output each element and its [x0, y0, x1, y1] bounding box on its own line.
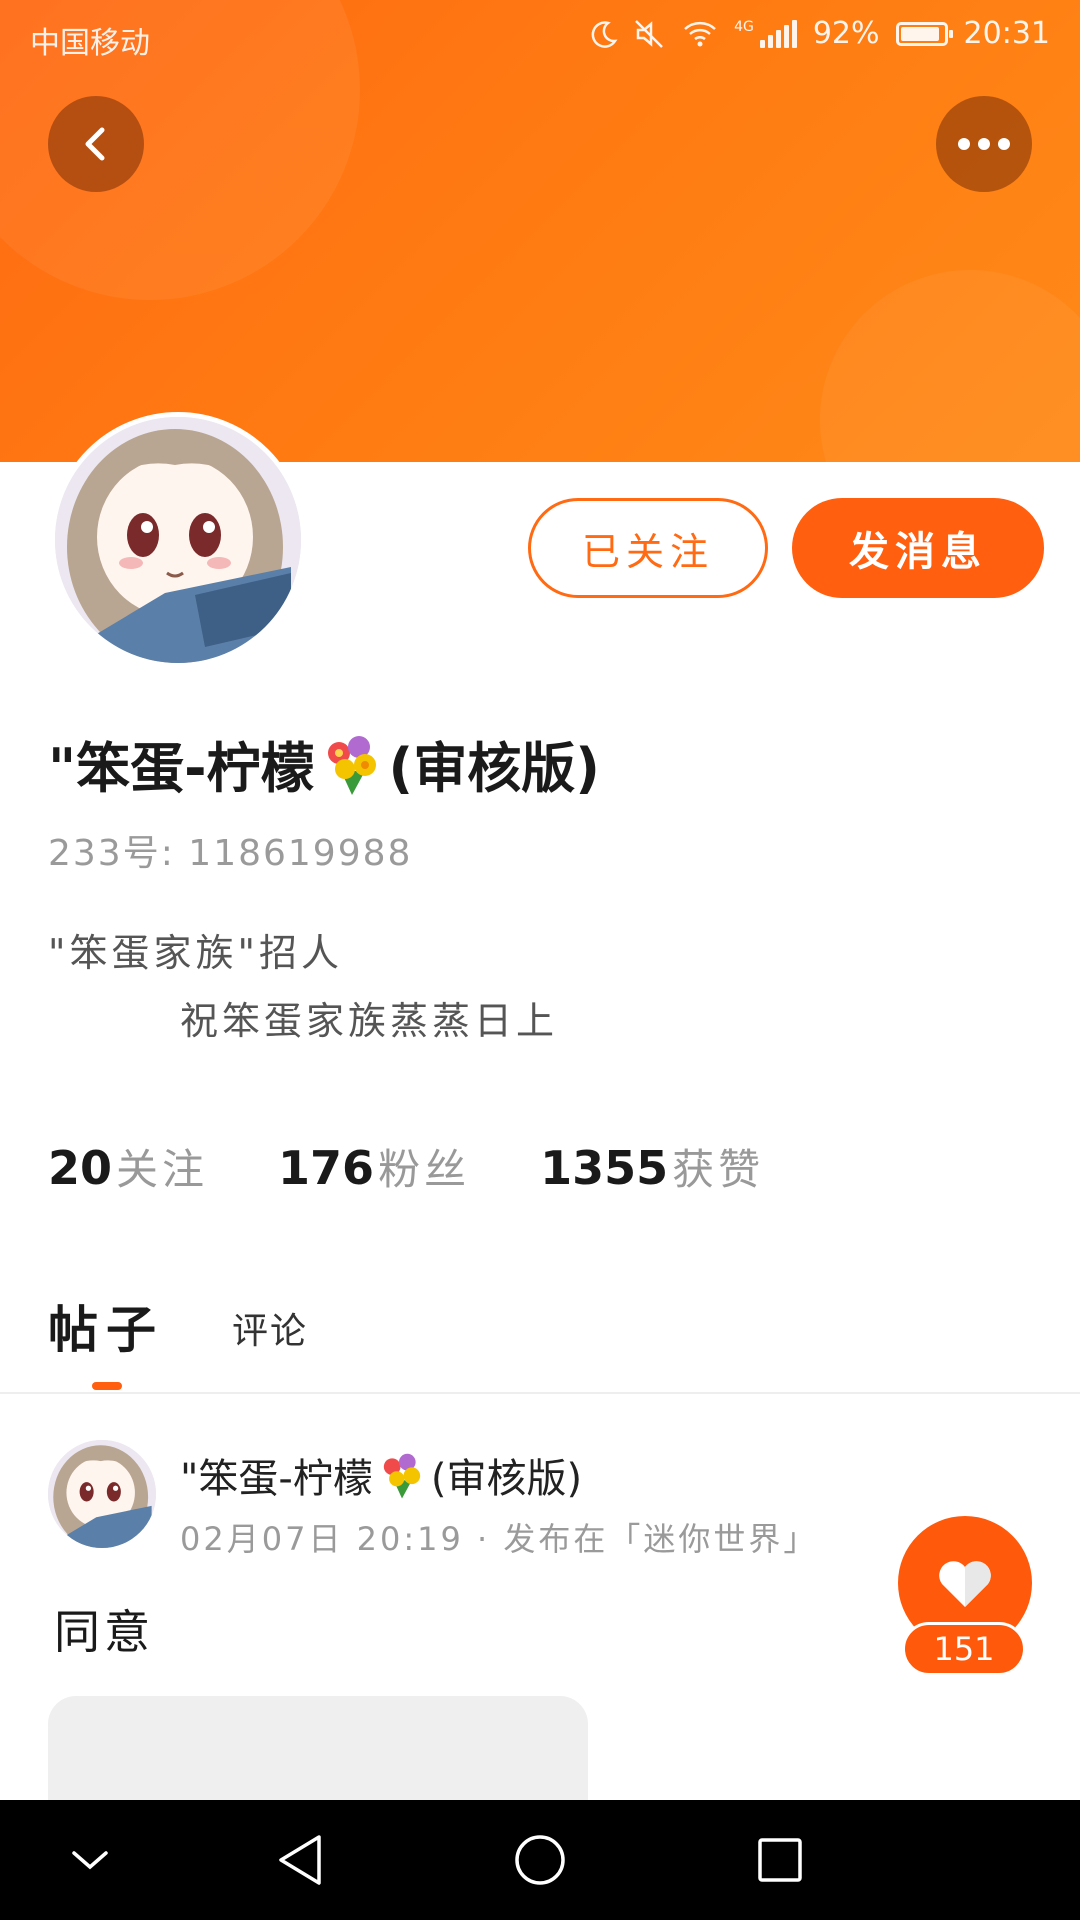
- stat-likes[interactable]: 1355 获赞: [540, 1136, 764, 1197]
- status-icons: 4G 92% 20:31: [588, 16, 1050, 51]
- network-type: 4G: [734, 18, 754, 35]
- nav-back-icon: [279, 1835, 321, 1885]
- post-author-text: "笨蛋-柠檬: [180, 1456, 373, 1502]
- stat-value: 20: [48, 1141, 113, 1195]
- banner-decoration: [820, 270, 1080, 462]
- back-button[interactable]: [48, 96, 144, 192]
- username: "笨蛋-柠檬 (审核版): [48, 724, 600, 803]
- nav-home-icon: [515, 1835, 565, 1885]
- tab-comments[interactable]: 评论: [232, 1302, 308, 1354]
- flower-bouquet-icon: [327, 735, 376, 795]
- nav-home-button[interactable]: [510, 1830, 570, 1890]
- nav-recents-button[interactable]: [750, 1830, 810, 1890]
- nav-collapse-icon: [72, 1851, 108, 1870]
- username-text: "笨蛋-柠檬: [48, 737, 315, 800]
- clock: 20:31: [963, 16, 1050, 51]
- user-id: 233号: 118619988: [48, 833, 413, 874]
- back-arrow-icon: [85, 127, 105, 161]
- profile-avatar[interactable]: [50, 412, 306, 668]
- stat-following[interactable]: 20 关注: [48, 1136, 208, 1197]
- status-bar: 中国移动 4G 92% 20:31: [0, 0, 1080, 72]
- heart-icon: [939, 1561, 991, 1607]
- stat-label: 粉丝: [378, 1145, 471, 1194]
- system-nav-bar: [0, 1800, 1080, 1920]
- moon-icon: [591, 20, 618, 48]
- stat-followers[interactable]: 176 粉丝: [278, 1136, 470, 1197]
- like-count: 151: [902, 1622, 1026, 1676]
- profile-stats: 20 关注 176 粉丝 1355 获赞: [48, 1136, 834, 1197]
- stat-label: 获赞: [672, 1145, 765, 1194]
- tab-indicator: [92, 1382, 122, 1390]
- send-message-button[interactable]: 发消息: [792, 498, 1044, 598]
- avatar-image: [55, 417, 301, 663]
- battery-icon: [895, 21, 953, 46]
- battery-percent: 92%: [812, 16, 880, 51]
- divider: [0, 1392, 1080, 1394]
- stat-label: 关注: [116, 1145, 209, 1194]
- stat-value: 176: [278, 1141, 375, 1195]
- mute-icon: [635, 19, 663, 48]
- followed-button[interactable]: 已关注: [528, 498, 768, 598]
- username-suffix: (审核版): [388, 737, 600, 800]
- nav-back-button[interactable]: [270, 1830, 330, 1890]
- stat-value: 1355: [540, 1141, 669, 1195]
- nav-recents-icon: [758, 1838, 802, 1882]
- avatar-image: [48, 1440, 156, 1548]
- carrier-label: 中国移动: [30, 26, 150, 61]
- flower-bouquet-icon: [383, 1453, 421, 1499]
- nav-collapse-button[interactable]: [60, 1830, 120, 1890]
- more-button[interactable]: [936, 96, 1032, 192]
- post-meta: 02月07日 20:19 · 发布在「迷你世界」: [180, 1520, 819, 1558]
- post-body[interactable]: 同意: [54, 1596, 154, 1662]
- bio-line: "笨蛋家族"招人: [48, 931, 343, 975]
- post-author-suffix: (审核版): [430, 1456, 583, 1502]
- bio-line: 祝笨蛋家族蒸蒸日上: [180, 999, 559, 1043]
- post-author-name[interactable]: "笨蛋-柠檬 (审核版): [180, 1446, 582, 1504]
- tab-posts[interactable]: 帖子: [48, 1290, 164, 1362]
- more-dots-icon: [958, 138, 1010, 150]
- signal-icon: [759, 19, 797, 48]
- post-author-avatar[interactable]: [48, 1440, 156, 1548]
- wifi-icon: [684, 21, 716, 46]
